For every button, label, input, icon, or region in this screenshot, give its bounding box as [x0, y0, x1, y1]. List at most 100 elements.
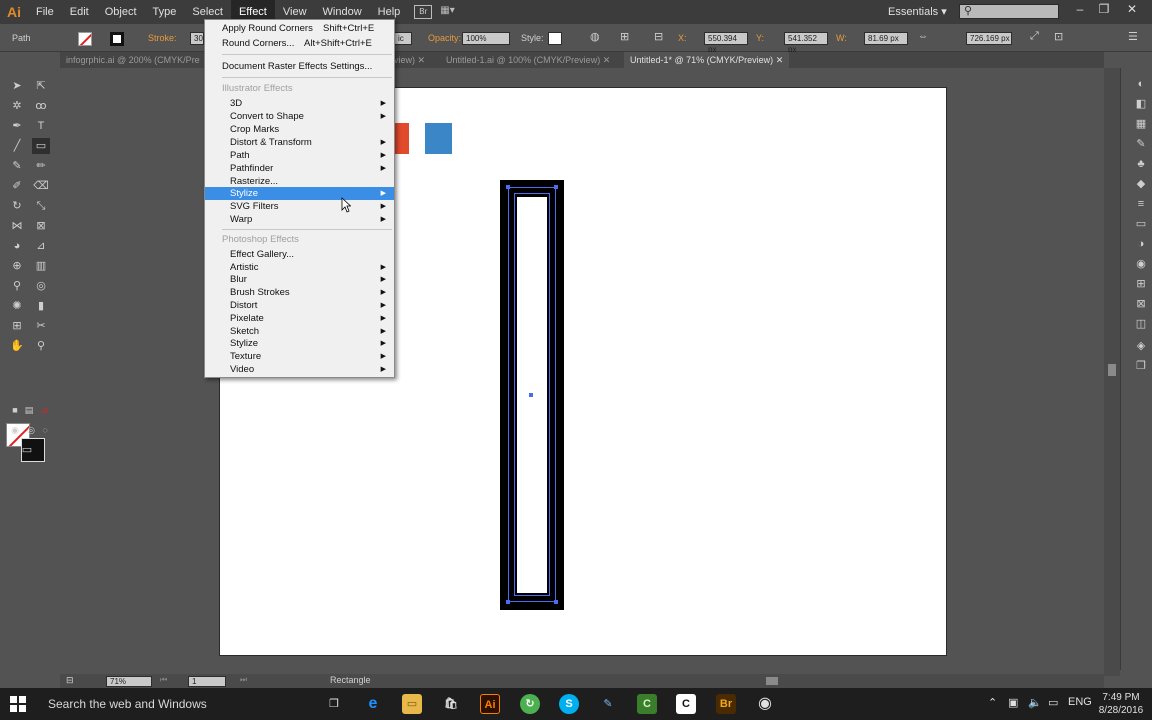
eyedropper-tool-icon[interactable]: ⚲	[8, 278, 26, 294]
first-artboard-icon[interactable]: ⏮	[160, 675, 167, 685]
menu-item-brush-strokes[interactable]: Brush Strokes ▶	[205, 286, 394, 299]
free-transform-tool-icon[interactable]: ⊠	[32, 218, 50, 234]
constrain-proportions-icon[interactable]: ⇔	[918, 31, 928, 42]
menu-type[interactable]: Type	[145, 0, 185, 24]
menu-item-pixelate[interactable]: Pixelate ▶	[205, 312, 394, 325]
anchor-point[interactable]	[506, 600, 510, 604]
blob-brush-tool-icon[interactable]: ✐	[8, 178, 26, 194]
menu-item-convert-to-shape[interactable]: Convert to Shape ▶	[205, 110, 394, 123]
menu-item-svg-filters[interactable]: SVG Filters ▶	[205, 200, 394, 213]
close-icon[interactable]: ✕	[776, 55, 784, 65]
skype-icon[interactable]: S	[559, 694, 579, 714]
paintbrush-tool-icon[interactable]: ✎	[8, 158, 26, 174]
search-input[interactable]: ⚲	[959, 4, 1059, 19]
appearance-panel-icon[interactable]: ◉	[1134, 258, 1148, 270]
draw-inside-icon[interactable]: ◌	[36, 422, 54, 438]
menu-item-distort[interactable]: Distort ▶	[205, 299, 394, 312]
horizontal-scrollbar[interactable]	[440, 674, 1104, 688]
blue-square[interactable]	[425, 123, 452, 154]
bridge-icon[interactable]: Br	[414, 5, 433, 19]
artboard-nav-icon[interactable]: ⊟	[66, 675, 74, 686]
pencil-tool-icon[interactable]: ✏	[32, 158, 50, 174]
tab-infogrphic[interactable]: infogrphic.ai @ 200% (CMYK/Pre	[60, 52, 206, 68]
menu-item-warp[interactable]: Warp ▶	[205, 213, 394, 226]
edge-icon[interactable]: e	[363, 694, 383, 714]
gradient-panel-icon[interactable]: ▭	[1134, 218, 1148, 230]
language-indicator[interactable]: ENG	[1068, 696, 1092, 708]
close-icon[interactable]: ✕	[603, 55, 611, 65]
mesh-tool-icon[interactable]: ⊕	[8, 258, 26, 274]
line-tool-icon[interactable]: ╱	[8, 138, 26, 154]
type-tool-icon[interactable]: T	[32, 118, 50, 134]
opacity-label[interactable]: Opacity:	[428, 33, 461, 43]
menu-item-path[interactable]: Path ▶	[205, 149, 394, 162]
minimize-button[interactable]: –	[1068, 0, 1092, 20]
graphic-styles-icon[interactable]: ◆	[1134, 178, 1148, 190]
color-panel-icon[interactable]: ◐	[1134, 78, 1148, 90]
symbols-panel-icon[interactable]: ♣	[1134, 158, 1148, 170]
h-field[interactable]: 726.169 px	[966, 32, 1012, 45]
restore-button[interactable]: ❐	[1092, 0, 1116, 20]
menu-item-blur[interactable]: Blur ▶	[205, 273, 394, 286]
anchor-point[interactable]	[554, 600, 558, 604]
chrome-icon[interactable]: ◉	[755, 694, 775, 714]
hand-tool-icon[interactable]: ✋	[8, 338, 26, 354]
stroke-swatch[interactable]	[110, 32, 124, 46]
camtasia-recorder-icon[interactable]: C	[676, 694, 696, 714]
style-field[interactable]: ic	[394, 32, 412, 45]
menu-item-document-raster-effects[interactable]: Document Raster Effects Settings...	[205, 60, 394, 73]
recolor-icon[interactable]: ◍	[590, 30, 600, 43]
fill-swatch[interactable]	[78, 32, 92, 46]
menu-item-stylize-photoshop[interactable]: Stylize ▶	[205, 337, 394, 350]
color-guide-icon[interactable]: ◧	[1134, 98, 1148, 110]
bridge-taskbar-icon[interactable]: Br	[716, 694, 736, 714]
volume-icon[interactable]: 🔈	[1028, 696, 1042, 709]
screen-mode-icon[interactable]: ▭	[18, 442, 36, 458]
notification-icon[interactable]: ▭	[1048, 696, 1058, 709]
menu-item-pathfinder[interactable]: Pathfinder ▶	[205, 162, 394, 175]
workspace-switcher[interactable]: Essentials ▾	[888, 0, 947, 24]
none-mode-icon[interactable]: ⧄	[36, 402, 54, 418]
gradient-tool-icon[interactable]: ▥	[32, 258, 50, 274]
width-tool-icon[interactable]: ⋈	[8, 218, 26, 234]
menu-item-effect-gallery[interactable]: Effect Gallery...	[205, 248, 394, 261]
illustrator-taskbar-icon[interactable]: Ai	[480, 694, 500, 714]
opacity-field[interactable]: 100%	[462, 32, 510, 45]
rotate-tool-icon[interactable]: ↻	[8, 198, 26, 214]
red-square[interactable]	[394, 123, 409, 154]
shape-builder-tool-icon[interactable]: ◕	[8, 238, 26, 254]
symbol-sprayer-tool-icon[interactable]: ✺	[8, 298, 26, 314]
scale-tool-icon[interactable]: ⤡	[32, 198, 50, 214]
blend-tool-icon[interactable]: ◎	[32, 278, 50, 294]
arrange-documents-icon[interactable]: ▦▾	[440, 5, 466, 19]
taskbar-search[interactable]: Search the web and Windows	[48, 697, 207, 711]
close-button[interactable]: ✕	[1120, 0, 1144, 20]
file-explorer-icon[interactable]: ▭	[402, 694, 422, 714]
pen-tool-icon[interactable]: ✒	[8, 118, 26, 134]
menu-file[interactable]: File	[28, 0, 62, 24]
menu-item-round-corners[interactable]: Round Corners... Alt+Shift+Ctrl+E	[205, 37, 394, 50]
menu-item-video[interactable]: Video ▶	[205, 363, 394, 376]
camtasia-icon[interactable]: C	[637, 694, 657, 714]
menu-item-crop-marks[interactable]: Crop Marks	[205, 123, 394, 136]
graphic-style-swatch[interactable]	[548, 32, 562, 45]
stroke-panel-icon[interactable]: ≡	[1134, 198, 1148, 210]
panel-menu-icon[interactable]: ☰	[1128, 30, 1138, 43]
transparency-panel-icon[interactable]: ◑	[1134, 238, 1148, 250]
tab-untitled-1-ai[interactable]: Untitled-1.ai @ 100% (CMYK/Preview) ✕	[440, 52, 616, 68]
magic-wand-tool-icon[interactable]: ✲	[8, 98, 26, 114]
scroll-thumb[interactable]	[766, 677, 778, 685]
scroll-thumb[interactable]	[1108, 364, 1116, 376]
artboard-number-field[interactable]: 1	[188, 676, 226, 687]
selection-tool-icon[interactable]: ➤	[8, 78, 26, 94]
isolate-icon[interactable]: ⊡	[1054, 30, 1063, 43]
artboard-tool-icon[interactable]: ⊞	[8, 318, 26, 334]
rectangle-tool-icon[interactable]: ▭	[32, 138, 50, 154]
transform-options-icon[interactable]: ⤢	[1030, 30, 1039, 43]
x-field[interactable]: 550.394 px	[704, 32, 748, 54]
menu-item-distort-transform[interactable]: Distort & Transform ▶	[205, 136, 394, 149]
zoom-field[interactable]: 71%	[106, 676, 152, 687]
anchor-point[interactable]	[506, 185, 510, 189]
w-field[interactable]: 81.69 px	[864, 32, 908, 45]
lasso-tool-icon[interactable]: ꝏ	[32, 98, 50, 114]
